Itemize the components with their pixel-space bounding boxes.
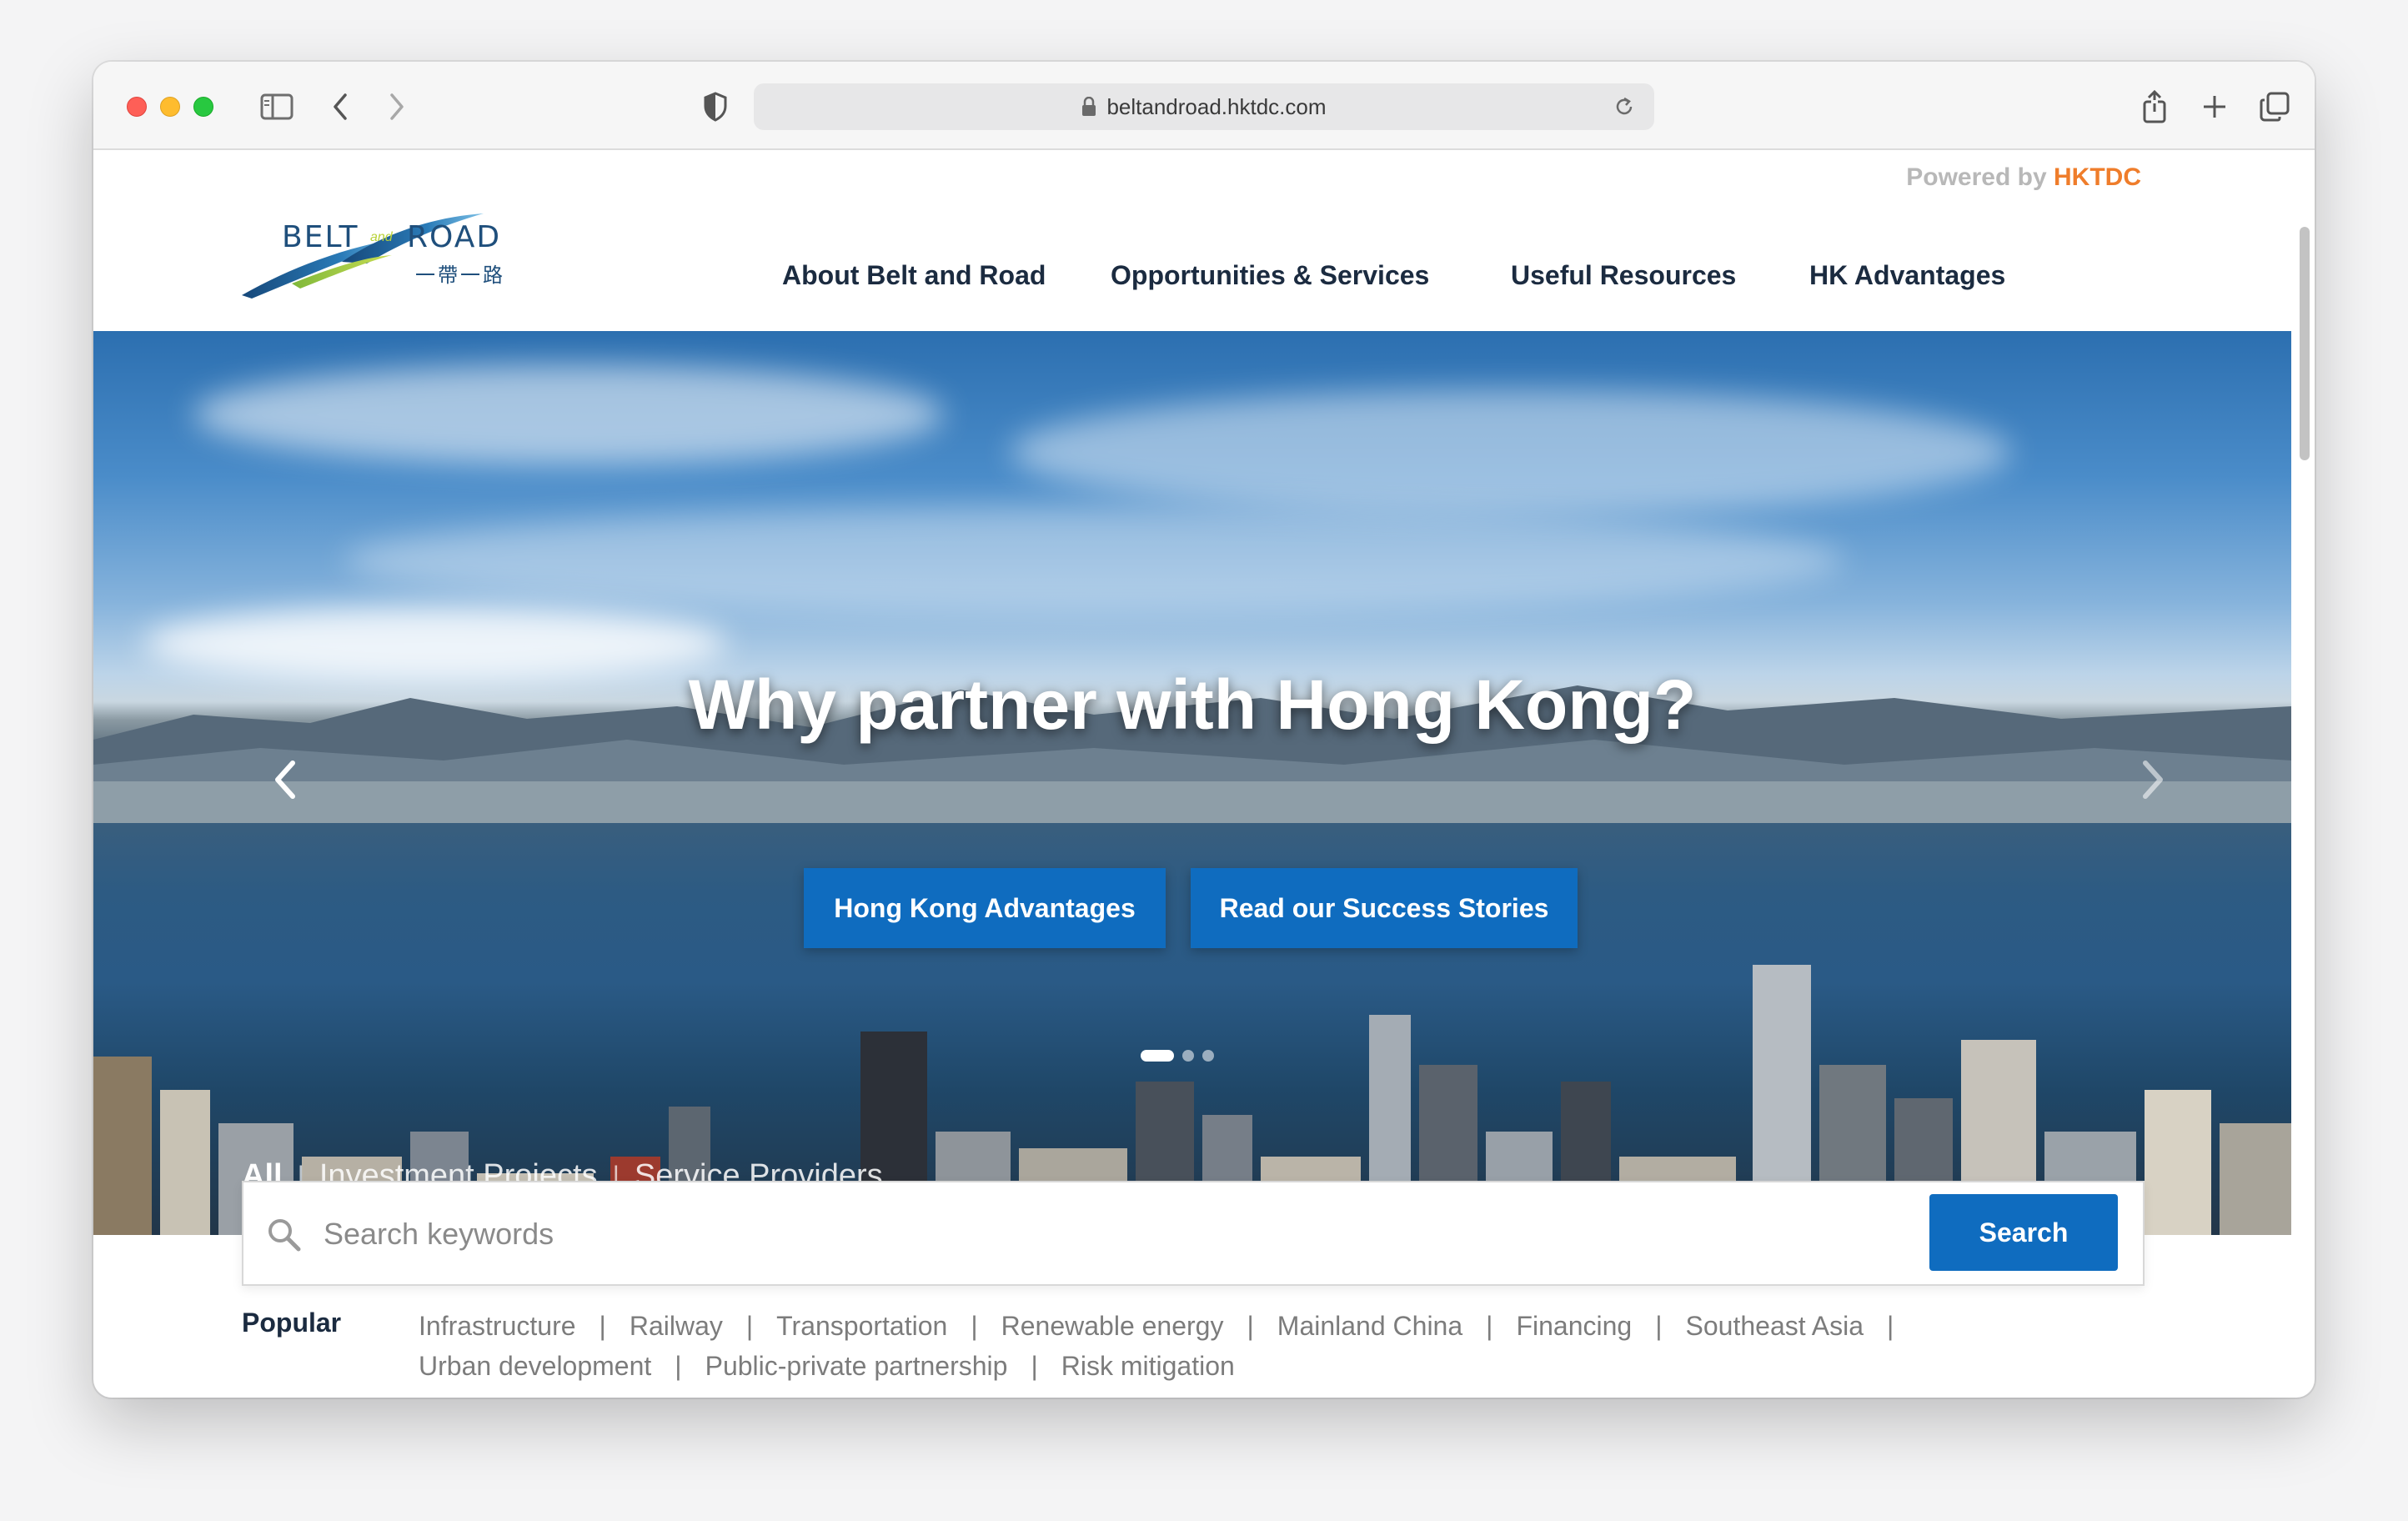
nav-hk-advantages[interactable]: HK Advantages xyxy=(1809,260,2005,291)
hero-cloud xyxy=(1011,389,2011,515)
popular-keyword[interactable]: Financing xyxy=(1516,1311,1632,1341)
hktdc-brand[interactable]: HKTDC xyxy=(2054,163,2141,191)
search-input[interactable] xyxy=(324,1202,1908,1266)
zoom-window-button[interactable] xyxy=(193,97,213,117)
keyword-separator: | xyxy=(1486,1311,1493,1341)
reload-icon[interactable] xyxy=(1613,95,1636,124)
nav-useful-resources[interactable]: Useful Resources xyxy=(1511,260,1736,291)
browser-toolbar: beltandroad.hktdc.com xyxy=(93,62,2315,150)
hero-cloud xyxy=(344,506,1844,615)
keyword-separator: | xyxy=(1655,1311,1663,1341)
carousel-prev-icon[interactable] xyxy=(260,755,310,805)
share-icon[interactable] xyxy=(2135,87,2175,127)
new-tab-icon[interactable] xyxy=(2195,87,2235,127)
carousel-dot[interactable] xyxy=(1141,1050,1174,1062)
address-bar[interactable]: beltandroad.hktdc.com xyxy=(754,83,1654,130)
search-icon xyxy=(265,1216,302,1252)
hero-banner: Why partner with Hong Kong? Hong Kong Ad… xyxy=(93,331,2291,1235)
popular-keyword[interactable]: Transportation xyxy=(776,1311,947,1341)
forward-icon[interactable] xyxy=(377,87,417,127)
powered-by: Powered by HKTDC xyxy=(1906,163,2141,192)
popular-keyword[interactable]: Mainland China xyxy=(1277,1311,1462,1341)
hong-kong-advantages-button[interactable]: Hong Kong Advantages xyxy=(804,868,1166,948)
popular-label: Popular xyxy=(242,1308,342,1338)
popular-keyword[interactable]: Infrastructure xyxy=(419,1311,576,1341)
nav-about-belt-and-road[interactable]: About Belt and Road xyxy=(782,260,1046,291)
back-icon[interactable] xyxy=(320,87,360,127)
hero-title: Why partner with Hong Kong? xyxy=(688,665,1697,744)
hero-cloud xyxy=(193,364,944,464)
url-text: beltandroad.hktdc.com xyxy=(1106,93,1327,119)
popular-keyword[interactable]: Renewable energy xyxy=(1001,1311,1224,1341)
popular-keyword[interactable]: Urban development xyxy=(419,1351,651,1381)
browser-window: beltandroad.hktdc.com Powered by HKTDC B… xyxy=(93,62,2315,1398)
keyword-separator: | xyxy=(745,1311,754,1341)
keyword-separator: | xyxy=(1031,1351,1038,1381)
scrollbar-thumb[interactable] xyxy=(2300,227,2310,460)
logo-chinese: 一帶一路 xyxy=(415,264,505,287)
popular-keyword[interactable]: Public-private partnership xyxy=(705,1351,1008,1381)
lock-icon xyxy=(1081,97,1096,117)
shield-icon[interactable] xyxy=(695,87,735,127)
logo-word-road: ROAD xyxy=(407,220,502,254)
keyword-separator: | xyxy=(675,1351,682,1381)
search-bar: Search xyxy=(242,1181,2145,1286)
search-button[interactable]: Search xyxy=(1929,1194,2118,1271)
carousel-next-icon[interactable] xyxy=(2128,755,2178,805)
logo-word-and: and xyxy=(370,230,393,244)
powered-by-text: Powered by xyxy=(1906,163,2047,191)
keyword-separator: | xyxy=(599,1311,606,1341)
belt-and-road-logo[interactable]: BELT and ROAD 一帶一路 xyxy=(242,208,525,302)
carousel-dot[interactable] xyxy=(1202,1050,1214,1062)
popular-keyword[interactable]: Railway xyxy=(630,1311,723,1341)
popular-keyword[interactable]: Southeast Asia xyxy=(1686,1311,1864,1341)
minimize-window-button[interactable] xyxy=(160,97,180,117)
sidebar-toggle-icon[interactable] xyxy=(257,87,297,127)
keyword-separator: | xyxy=(971,1311,978,1341)
popular-keywords: Infrastructure | Railway | Transportation | Re… xyxy=(419,1306,2019,1386)
nav-opportunities-services[interactable]: Opportunities & Services xyxy=(1111,260,1429,291)
carousel-dots xyxy=(1141,1050,1214,1062)
popular-keyword[interactable]: Risk mitigation xyxy=(1061,1351,1235,1381)
tab-overview-icon[interactable] xyxy=(2255,87,2295,127)
page-scrollbar[interactable] xyxy=(2295,162,2311,1379)
carousel-dot[interactable] xyxy=(1182,1050,1194,1062)
keyword-separator: | xyxy=(1887,1311,1894,1341)
close-window-button[interactable] xyxy=(127,97,147,117)
success-stories-button[interactable]: Read our Success Stories xyxy=(1191,868,1578,948)
keyword-separator: | xyxy=(1247,1311,1254,1341)
logo-word-belt: BELT xyxy=(282,220,359,254)
